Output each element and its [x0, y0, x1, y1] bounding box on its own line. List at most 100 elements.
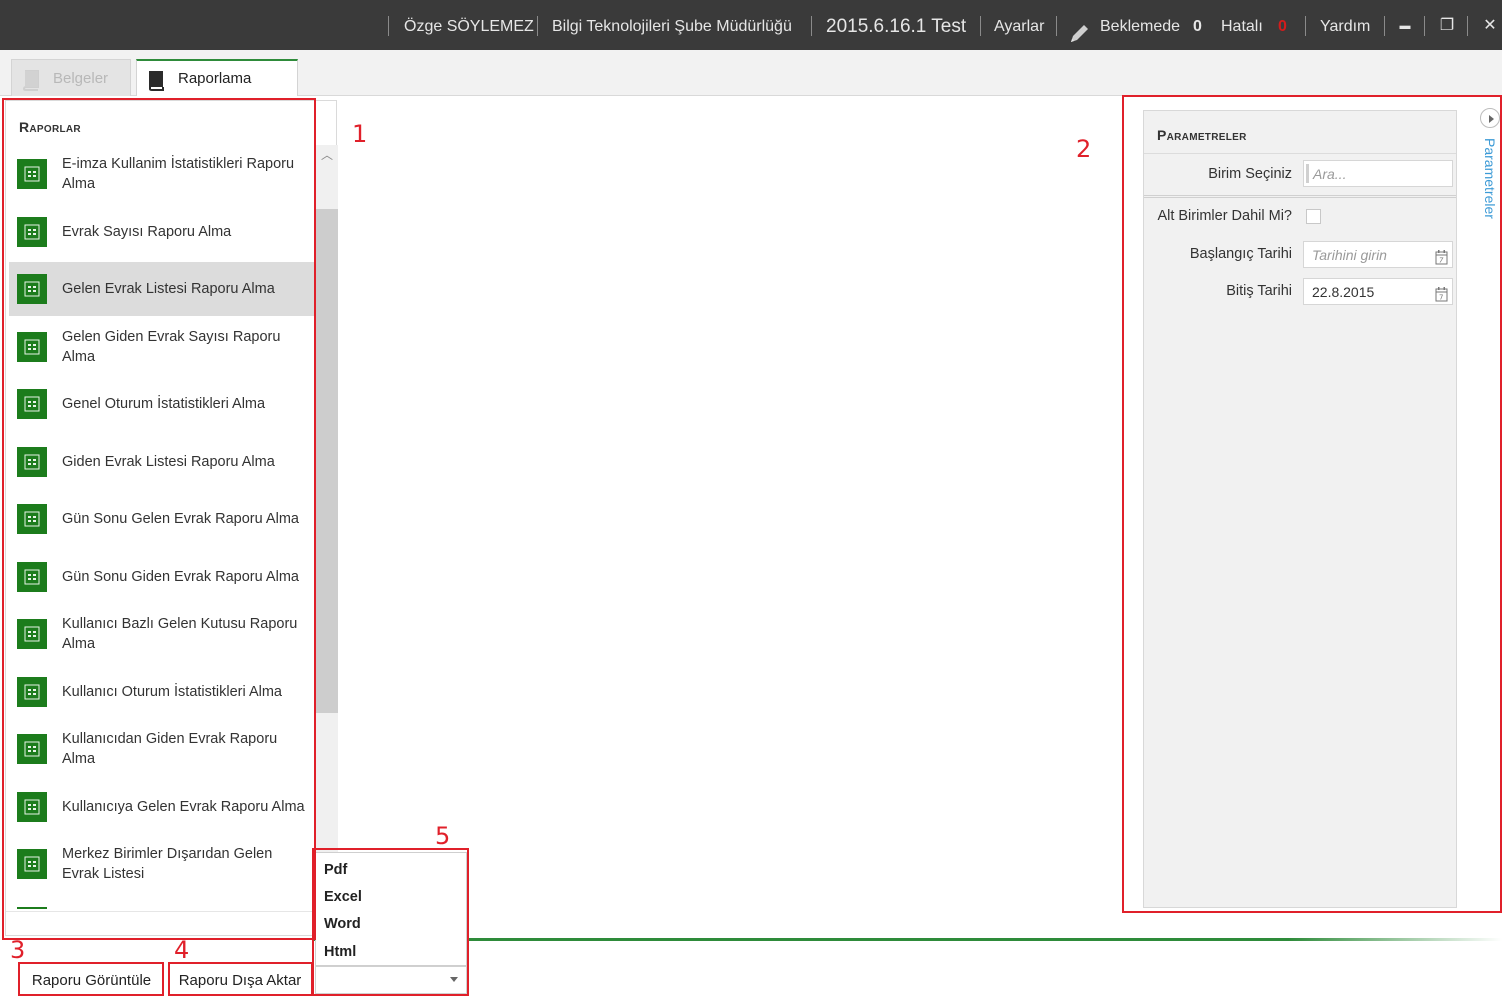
error-count: 0 — [1278, 18, 1287, 35]
report-list-item-label: E-imza Kullanim İstatistikleri Raporu Al… — [62, 156, 295, 192]
separator — [1305, 16, 1306, 36]
view-report-button[interactable]: Raporu Görüntüle — [21, 967, 162, 994]
unit-search-placeholder: Ara... — [1313, 166, 1347, 182]
report-list-item[interactable]: Evrak Sayısı Raporu Alma — [9, 205, 315, 259]
tab-documents[interactable]: Belgeler — [11, 59, 131, 96]
report-list-item-label: Kullanıcı Oturum İstatistikleri Alma — [62, 684, 282, 700]
export-option-word[interactable]: Word — [324, 916, 361, 932]
input-grip — [1306, 164, 1309, 183]
export-report-button[interactable]: Raporu Dışa Aktar — [170, 967, 310, 994]
report-list-item-label: Kullanıcıya Gelen Evrak Raporu Alma — [62, 799, 305, 815]
report-grid-icon — [17, 332, 47, 362]
include-sub-checkbox[interactable] — [1306, 209, 1321, 224]
collapse-parameters-button[interactable] — [1480, 108, 1500, 128]
book-icon — [22, 68, 40, 91]
report-list-item[interactable]: Gelen Giden Evrak Sayısı Raporu Alma — [9, 320, 315, 374]
report-grid-icon — [17, 447, 47, 477]
end-date-input[interactable]: 22.8.2015 7 — [1303, 278, 1453, 305]
separator — [388, 16, 389, 36]
report-list-item-label: Evrak Sayısı Raporu Alma — [62, 224, 232, 240]
error-label[interactable]: Hatalı — [1221, 0, 1263, 50]
report-list-scrollbar[interactable]: ︿ — [316, 145, 338, 909]
separator — [1424, 16, 1425, 36]
report-list-item[interactable]: Kullanıcı Oturum İstatistikleri Alma — [9, 665, 315, 719]
chevron-up-icon[interactable]: ︿ — [316, 145, 338, 165]
export-option-pdf[interactable]: Pdf — [324, 862, 347, 878]
separator — [1384, 16, 1385, 36]
include-sub-label: Alt Birimler Dahil Mi? — [1157, 208, 1292, 224]
settings-link[interactable]: Ayarlar — [994, 0, 1044, 50]
close-button[interactable]: ✕ — [1477, 0, 1502, 50]
start-date-placeholder: Tarihini girin — [1312, 247, 1387, 263]
end-date-label: Bitiş Tarihi — [1226, 283, 1292, 299]
report-list-item-label: Giden Evrak Listesi Raporu Alma — [62, 454, 275, 470]
export-option-excel[interactable]: Excel — [324, 889, 362, 905]
report-list-item-label: Gelen Evrak Listesi Raporu Alma — [62, 281, 275, 297]
report-grid-icon — [17, 792, 47, 822]
accent-line — [313, 938, 1502, 941]
pen-icon[interactable] — [1068, 14, 1092, 42]
annotation-number-1: 1 — [352, 120, 368, 148]
play-arrow-icon — [1489, 115, 1494, 123]
help-link[interactable]: Yardım — [1320, 0, 1370, 50]
restore-button[interactable]: ❐ — [1434, 0, 1460, 50]
report-grid-icon — [17, 849, 47, 879]
book-icon — [147, 69, 165, 91]
tab-label: Raporlama — [178, 70, 252, 87]
minimize-button[interactable]: ▬ — [1392, 0, 1418, 50]
parameters-title: Parametreler — [1157, 127, 1247, 143]
svg-text:7: 7 — [1439, 294, 1443, 302]
report-list-item[interactable]: Kullanıcı Bazlı Gelen Kutusu Raporu Alma — [9, 607, 315, 661]
title-bar: Özge SÖYLEMEZ Bilgi Teknolojileri Şube M… — [0, 0, 1502, 50]
report-list-item-label: Gün Sonu Gelen Evrak Raporu Alma — [62, 511, 299, 527]
parameters-side-tab[interactable]: Parametreler — [1482, 138, 1498, 219]
pending-label[interactable]: Beklemede — [1100, 0, 1180, 50]
divider — [6, 911, 338, 912]
report-list-item[interactable]: Kullanıcıya Gelen Evrak Raporu Alma — [9, 780, 315, 834]
report-list-item-label: Gün Sonu Giden Evrak Raporu Alma — [62, 569, 299, 585]
calendar-icon[interactable]: 7 — [1435, 284, 1448, 302]
report-list-item-label: Gelen Giden Evrak Sayısı Raporu Alma — [62, 329, 281, 365]
report-list-item-label: Genel Oturum İstatistikleri Alma — [62, 396, 266, 412]
report-list-item[interactable]: E-imza Kullanim İstatistikleri Raporu Al… — [9, 147, 315, 201]
annotation-number-5: 5 — [435, 822, 451, 850]
report-list-item[interactable]: Genel Oturum İstatistikleri Alma — [9, 377, 315, 431]
separator — [980, 16, 981, 36]
export-option-html[interactable]: Html — [324, 944, 356, 960]
report-grid-icon — [17, 619, 47, 649]
report-list-item[interactable]: Gelen Evrak Listesi Raporu Alma — [9, 262, 315, 316]
calendar-icon[interactable]: 7 — [1435, 247, 1448, 265]
tab-label: Belgeler — [53, 70, 109, 87]
report-list-item[interactable]: Merkez Birimler Dışarıdan Gelen — [9, 895, 315, 909]
report-grid-icon — [17, 389, 47, 419]
reports-title: Raporlar — [19, 119, 81, 135]
separator — [1467, 16, 1468, 36]
report-list-item-label: Merkez Birimler Dışarıdan Gelen Evrak Li… — [62, 846, 273, 882]
export-format-select[interactable] — [315, 966, 467, 994]
report-list-item-label: Merkez Birimler Dışarıdan Gelen — [62, 895, 312, 909]
report-list-item-label: Kullanıcı Bazlı Gelen Kutusu Raporu Alma — [62, 616, 298, 652]
report-list-item[interactable]: Merkez Birimler Dışarıdan Gelen Evrak Li… — [9, 837, 315, 891]
unit-search-input[interactable]: Ara... — [1303, 160, 1453, 187]
report-grid-icon — [17, 734, 47, 764]
report-list-item[interactable]: Gün Sonu Giden Evrak Raporu Alma — [9, 550, 315, 604]
scrollbar-thumb[interactable] — [316, 209, 338, 713]
department-name[interactable]: Bilgi Teknolojileri Şube Müdürlüğü — [552, 0, 792, 50]
annotation-number-2: 2 — [1076, 135, 1092, 163]
report-list-item[interactable]: Kullanıcıdan Giden Evrak Raporu Alma — [9, 722, 315, 776]
tab-reporting[interactable]: Raporlama — [136, 59, 298, 96]
report-list-item[interactable]: Giden Evrak Listesi Raporu Alma — [9, 435, 315, 489]
reports-panel: Raporlar E-imza Kullanim İstatistikleri … — [5, 100, 338, 936]
tab-bar: Belgeler Raporlama — [0, 50, 1502, 96]
user-name[interactable]: Özge SÖYLEMEZ — [404, 0, 534, 50]
report-grid-icon — [17, 504, 47, 534]
report-grid-icon — [17, 562, 47, 592]
divider — [1144, 195, 1456, 198]
divider — [1144, 153, 1456, 154]
start-date-input[interactable]: Tarihini girin 7 — [1303, 241, 1453, 268]
report-list: E-imza Kullanim İstatistikleri Raporu Al… — [9, 145, 315, 909]
report-grid-icon — [17, 677, 47, 707]
report-grid-icon — [17, 907, 47, 909]
separator — [537, 16, 538, 36]
report-list-item[interactable]: Gün Sonu Gelen Evrak Raporu Alma — [9, 492, 315, 546]
